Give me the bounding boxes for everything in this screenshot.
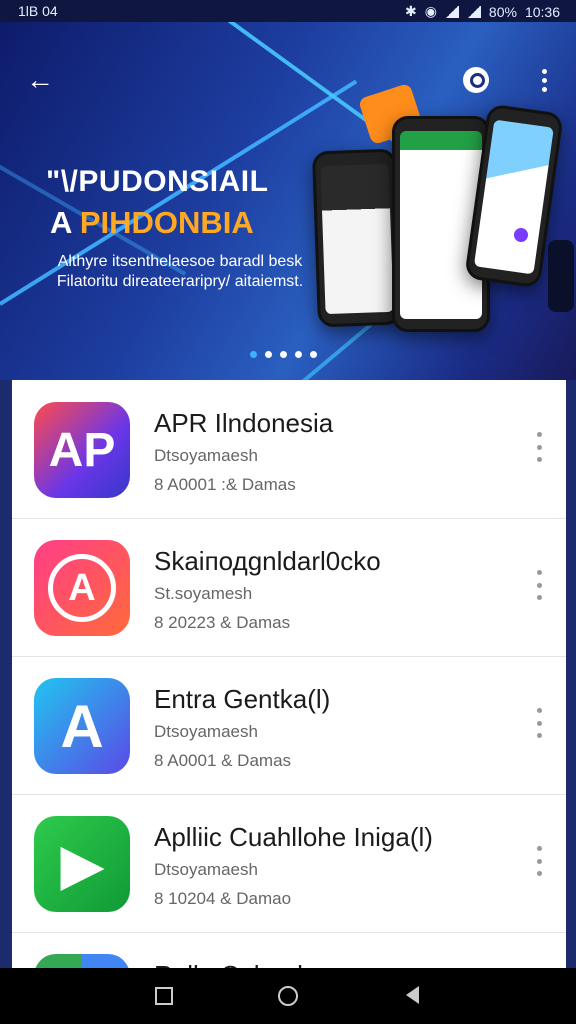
play-app-icon: ▶	[34, 816, 130, 912]
status-bar: 1lB 04 ✱ ◉ 80% 10:36	[0, 0, 576, 22]
bluetooth-icon: ✱	[404, 3, 417, 19]
status-left-text: 1lB 04	[18, 3, 58, 19]
app-title: Entra Gentka(l)	[154, 684, 331, 714]
app-title: Skaiподgnldarl0cko	[154, 546, 381, 576]
more-vert-icon[interactable]	[532, 846, 546, 876]
app-list-item[interactable]: ▶ Aplliic Cuahllohe Iniga(l) Dtsoyamaesh…	[12, 794, 566, 933]
promo-banner[interactable]: ← "\/PUDONSIAIL A PIHDONBIA Althyre itse…	[0, 22, 576, 380]
app-list: AP APR Ilndonesia Dtsoyamaesh 8 A0001 :&…	[12, 380, 566, 970]
signal-icon	[444, 5, 459, 18]
search-icon[interactable]	[456, 60, 496, 100]
more-vert-icon[interactable]	[532, 432, 546, 462]
recent-apps-icon[interactable]	[150, 982, 178, 1010]
banner-subtitle: Althyre itsenthelaesoe baradl besk Filat…	[56, 253, 304, 290]
battery-level: 80%	[488, 3, 517, 20]
banner-headline-line1: "\/PUDONSIAIL	[46, 165, 269, 198]
system-nav-bar	[0, 968, 576, 1024]
back-arrow-icon[interactable]: ←	[20, 60, 60, 100]
app-title: APR Ilndonesia	[154, 408, 334, 438]
app-developer: Dtsoyamaesh	[154, 446, 258, 465]
pager-dot[interactable]	[265, 351, 272, 358]
app-list-item[interactable]: A Entra Gentka(l) Dtsoyamaesh 8 A0001 & …	[12, 656, 566, 795]
phone-mockup	[311, 148, 403, 328]
status-right: ✱ ◉ 80% 10:36	[405, 3, 560, 20]
purple-dot-graphic	[514, 228, 528, 242]
app-icon-glyph: A	[48, 554, 116, 622]
headline-prefix: A	[50, 205, 80, 240]
pager-dot[interactable]	[280, 351, 287, 358]
app-meta: 8 20223 & Damas	[154, 613, 291, 632]
clock: 10:36	[524, 3, 560, 20]
app-title: Aplliic Cuahllohe Iniga(l)	[154, 822, 433, 852]
pager-dot[interactable]	[295, 351, 302, 358]
banner-pager[interactable]	[250, 351, 317, 358]
app-list-item[interactable]: Rallu Cuhanh	[12, 932, 566, 970]
headline-accent: PIHDONBIA	[79, 205, 254, 240]
app-developer: Dtsoyamaesh	[154, 722, 258, 741]
location-icon: ◉	[424, 3, 437, 19]
circle-a-app-icon: A	[34, 540, 130, 636]
pager-dot[interactable]	[250, 351, 257, 358]
app-developer: Dtsoyamaesh	[154, 860, 258, 879]
app-list-item[interactable]: A Skaiподgnldarl0cko St.soyamesh 8 20223…	[12, 518, 566, 657]
app-meta: 8 A0001 & Damas	[154, 751, 292, 770]
app-list-item[interactable]: AP APR Ilndonesia Dtsoyamaesh 8 A0001 :&…	[12, 380, 566, 519]
home-icon[interactable]	[274, 982, 302, 1010]
more-options-icon[interactable]	[524, 60, 564, 100]
signal-icon	[466, 5, 481, 18]
a-letter-app-icon: A	[34, 678, 130, 774]
app-meta: 8 10204 & Damao	[154, 889, 292, 908]
pager-dot[interactable]	[310, 351, 317, 358]
more-vert-icon[interactable]	[532, 570, 546, 600]
more-vert-icon[interactable]	[532, 708, 546, 738]
app-meta: 8 A0001 :& Damas	[154, 475, 296, 494]
side-device-graphic	[548, 240, 574, 312]
apr-indonesia-app-icon: AP	[34, 402, 130, 498]
app-developer: St.soyamesh	[154, 584, 253, 603]
back-icon[interactable]	[400, 982, 428, 1010]
banner-headline-line2: A PIHDONBIA	[50, 205, 254, 241]
